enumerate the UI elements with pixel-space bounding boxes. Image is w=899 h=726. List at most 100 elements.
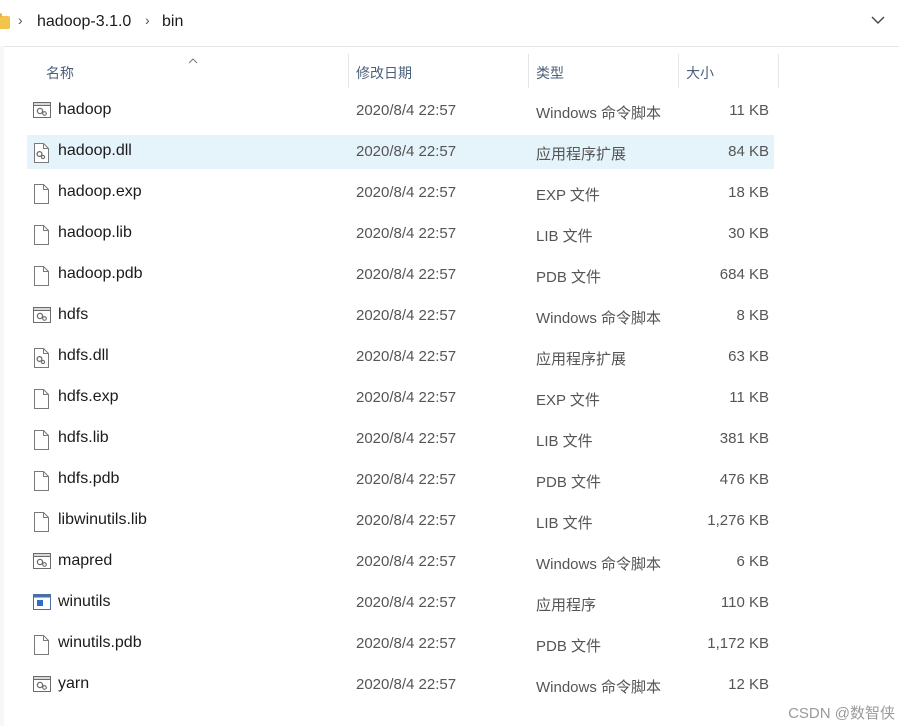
file-date: 2020/8/4 22:57 bbox=[356, 512, 457, 529]
file-icon bbox=[33, 471, 49, 491]
file-size: 6 KB bbox=[736, 553, 769, 570]
file-type: PDB 文件 bbox=[536, 474, 602, 491]
file-type: LIB 文件 bbox=[536, 433, 593, 450]
file-size: 381 KB bbox=[719, 430, 769, 447]
file-type: EXP 文件 bbox=[536, 392, 600, 409]
file-date: 2020/8/4 22:57 bbox=[356, 102, 457, 119]
file-date: 2020/8/4 22:57 bbox=[356, 389, 457, 406]
breadcrumb-item-bin[interactable]: bin bbox=[162, 13, 183, 31]
file-date: 2020/8/4 22:57 bbox=[356, 266, 457, 283]
file-row[interactable]: hadoop 2020/8/4 22:57 Windows 命令脚本 11 KB bbox=[27, 94, 774, 128]
file-row[interactable]: hdfs.pdb 2020/8/4 22:57 PDB 文件 476 KB bbox=[27, 463, 774, 497]
file-name: hadoop.pdb bbox=[58, 265, 143, 282]
file-row[interactable]: hadoop.exp 2020/8/4 22:57 EXP 文件 18 KB bbox=[27, 176, 774, 210]
file-name: hadoop bbox=[58, 101, 112, 118]
file-size: 18 KB bbox=[728, 184, 769, 201]
file-name: libwinutils.lib bbox=[58, 511, 147, 528]
cmd-script-icon bbox=[33, 102, 51, 122]
file-icon bbox=[33, 430, 49, 450]
chevron-down-icon[interactable] bbox=[871, 12, 885, 28]
file-type: Windows 命令脚本 bbox=[536, 556, 662, 573]
file-row[interactable]: hdfs.lib 2020/8/4 22:57 LIB 文件 381 KB bbox=[27, 422, 774, 456]
file-name: hdfs bbox=[58, 306, 89, 323]
file-name: winutils.pdb bbox=[58, 634, 142, 651]
file-type: Windows 命令脚本 bbox=[536, 679, 662, 696]
file-row[interactable]: hadoop.pdb 2020/8/4 22:57 PDB 文件 684 KB bbox=[27, 258, 774, 292]
file-type: LIB 文件 bbox=[536, 515, 593, 532]
cmd-script-icon bbox=[33, 307, 51, 327]
file-icon bbox=[33, 266, 49, 286]
file-icon bbox=[33, 184, 49, 204]
file-row[interactable]: hdfs 2020/8/4 22:57 Windows 命令脚本 8 KB bbox=[27, 299, 774, 333]
file-name: hadoop.dll bbox=[58, 142, 132, 159]
file-name: hdfs.dll bbox=[58, 347, 109, 364]
chevron-right-icon[interactable]: › bbox=[18, 12, 23, 28]
file-size: 1,276 KB bbox=[707, 512, 769, 529]
file-row[interactable]: winutils.pdb 2020/8/4 22:57 PDB 文件 1,172 KB bbox=[27, 627, 774, 661]
column-header-row: 名称 修改日期 类型 大小 bbox=[0, 54, 899, 92]
file-type: Windows 命令脚本 bbox=[536, 105, 662, 122]
file-name: winutils bbox=[58, 593, 111, 610]
file-name: yarn bbox=[58, 675, 90, 692]
file-size: 11 KB bbox=[729, 102, 769, 119]
file-date: 2020/8/4 22:57 bbox=[356, 184, 457, 201]
sort-ascending-icon bbox=[188, 56, 198, 67]
file-size: 11 KB bbox=[729, 389, 769, 406]
file-date: 2020/8/4 22:57 bbox=[356, 594, 457, 611]
dll-icon bbox=[33, 348, 49, 368]
file-row[interactable]: mapred 2020/8/4 22:57 Windows 命令脚本 6 KB bbox=[27, 545, 774, 579]
file-size: 84 KB bbox=[728, 143, 769, 160]
address-bar[interactable]: › hadoop-3.1.0 › bin bbox=[0, 0, 899, 47]
file-icon bbox=[33, 225, 49, 245]
file-type: 应用程序 bbox=[536, 597, 597, 614]
file-row[interactable]: yarn 2020/8/4 22:57 Windows 命令脚本 12 KB bbox=[27, 668, 774, 702]
file-name: hadoop.lib bbox=[58, 224, 132, 241]
file-icon bbox=[33, 512, 49, 532]
file-type: Windows 命令脚本 bbox=[536, 310, 662, 327]
file-type: EXP 文件 bbox=[536, 187, 600, 204]
breadcrumb-item-hadoop[interactable]: hadoop-3.1.0 bbox=[37, 13, 131, 31]
file-size: 1,172 KB bbox=[707, 635, 769, 652]
file-date: 2020/8/4 22:57 bbox=[356, 348, 457, 365]
file-name: hdfs.exp bbox=[58, 388, 119, 405]
file-date: 2020/8/4 22:57 bbox=[356, 635, 457, 652]
file-date: 2020/8/4 22:57 bbox=[356, 471, 457, 488]
file-size: 12 KB bbox=[728, 676, 769, 693]
file-name: hadoop.exp bbox=[58, 183, 142, 200]
column-header-date[interactable]: 修改日期 bbox=[348, 54, 528, 92]
file-row[interactable]: hdfs.exp 2020/8/4 22:57 EXP 文件 11 KB bbox=[27, 381, 774, 415]
chevron-right-icon[interactable]: › bbox=[145, 12, 150, 28]
file-row[interactable]: hadoop.lib 2020/8/4 22:57 LIB 文件 30 KB bbox=[27, 217, 774, 251]
file-date: 2020/8/4 22:57 bbox=[356, 430, 457, 447]
file-icon bbox=[33, 635, 49, 655]
file-type: 应用程序扩展 bbox=[536, 146, 627, 163]
file-size: 63 KB bbox=[728, 348, 769, 365]
navigation-pane-edge bbox=[0, 46, 4, 726]
file-type: PDB 文件 bbox=[536, 269, 602, 286]
column-header-type[interactable]: 类型 bbox=[528, 54, 678, 92]
file-size: 30 KB bbox=[728, 225, 769, 242]
file-row[interactable]: libwinutils.lib 2020/8/4 22:57 LIB 文件 1,276… bbox=[27, 504, 774, 538]
column-divider[interactable] bbox=[778, 54, 779, 88]
file-size: 110 KB bbox=[720, 594, 769, 611]
file-row[interactable]: winutils 2020/8/4 22:57 应用程序 110 KB bbox=[27, 586, 774, 620]
folder-icon bbox=[0, 13, 10, 29]
cmd-script-icon bbox=[33, 676, 51, 696]
file-date: 2020/8/4 22:57 bbox=[356, 307, 457, 324]
file-type: LIB 文件 bbox=[536, 228, 593, 245]
file-date: 2020/8/4 22:57 bbox=[356, 553, 457, 570]
cmd-script-icon bbox=[33, 553, 51, 573]
watermark: CSDN @数智侠 bbox=[788, 705, 895, 722]
file-size: 684 KB bbox=[719, 266, 769, 283]
file-icon bbox=[33, 389, 49, 409]
column-header-size[interactable]: 大小 bbox=[678, 54, 778, 92]
file-type: 应用程序扩展 bbox=[536, 351, 627, 368]
file-date: 2020/8/4 22:57 bbox=[356, 225, 457, 242]
file-size: 476 KB bbox=[719, 471, 769, 488]
file-name: hdfs.pdb bbox=[58, 470, 120, 487]
exe-icon bbox=[33, 594, 51, 614]
file-name: mapred bbox=[58, 552, 113, 569]
file-row[interactable]: hadoop.dll 2020/8/4 22:57 应用程序扩展 84 KB bbox=[27, 135, 774, 169]
file-size: 8 KB bbox=[736, 307, 769, 324]
file-row[interactable]: hdfs.dll 2020/8/4 22:57 应用程序扩展 63 KB bbox=[27, 340, 774, 374]
